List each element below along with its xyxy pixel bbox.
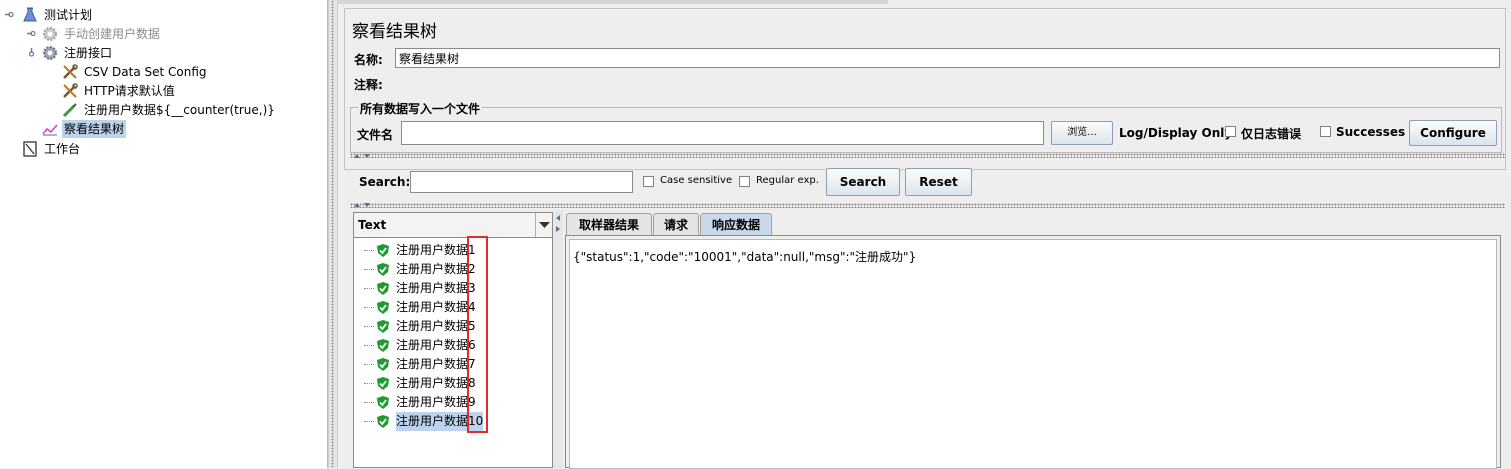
- errors-only-label: 仅日志错误: [1241, 127, 1302, 141]
- flask-icon: [23, 7, 37, 22]
- tree-node-view-results-tree[interactable]: 察看结果树: [0, 120, 320, 138]
- result-row-label: 注册用户数据2: [396, 262, 476, 276]
- expand-toggle-icon[interactable]: [27, 29, 36, 38]
- successes-checkbox[interactable]: [1320, 126, 1331, 140]
- results-list: 注册用户数据1 注册用户数据2 注册用户数据3 注册用户数据4 注册用户数据5 注册用户数…: [353, 237, 553, 468]
- reset-button[interactable]: Reset: [905, 168, 972, 196]
- tree-node-manual-create-users[interactable]: 手动创建用户数据: [0, 25, 320, 43]
- panel-title: 察看结果树: [352, 22, 437, 42]
- toolbar-strip: [338, 0, 888, 4]
- filename-field[interactable]: [401, 121, 1044, 145]
- tree-connector: [364, 383, 374, 384]
- success-shield-icon: [377, 263, 389, 276]
- pipette-icon: [62, 103, 77, 118]
- tree-connector: [364, 250, 374, 251]
- search-label: Search:: [359, 175, 411, 189]
- result-row-label: 注册用户数据1: [396, 243, 476, 257]
- success-shield-icon: [377, 282, 389, 295]
- tree-node-register-sampler[interactable]: 注册用户数据${__counter(true,)}: [0, 101, 320, 119]
- divider-bar[interactable]: [350, 153, 1505, 158]
- tree-node-label: CSV Data Set Config: [84, 65, 207, 79]
- tree-connector: [364, 269, 374, 270]
- tree-node-label: 注册用户数据${__counter(true,)}: [84, 103, 275, 117]
- success-shield-icon: [377, 244, 389, 257]
- tree-connector: [364, 421, 374, 422]
- success-shield-icon: [377, 339, 389, 352]
- gear-icon: [43, 46, 57, 60]
- renderer-select[interactable]: Text: [353, 212, 553, 238]
- response-panel: {"status":1,"code":"10001","data":null,"…: [565, 235, 1501, 469]
- wrench-icon: [63, 83, 78, 98]
- success-shield-icon: [377, 415, 389, 428]
- collapse-arrows-icon[interactable]: [352, 201, 376, 209]
- search-button[interactable]: Search: [826, 168, 900, 196]
- success-shield-icon: [377, 396, 389, 409]
- errors-only-checkbox[interactable]: [1225, 126, 1236, 140]
- tree-connector: [364, 307, 374, 308]
- tree-connector: [364, 288, 374, 289]
- comment-field[interactable]: [392, 73, 1500, 93]
- tree-node-label: HTTP请求默认值: [84, 84, 175, 98]
- tree-connector: [364, 345, 374, 346]
- collapse-arrows-icon[interactable]: [352, 152, 376, 160]
- case-sensitive-label: Case sensitive: [660, 175, 733, 186]
- browse-button[interactable]: 浏览...: [1051, 121, 1113, 145]
- tree-node-test-plan[interactable]: 测试计划: [0, 6, 320, 24]
- renderer-select-value: Text: [358, 218, 387, 232]
- name-label: 名称:: [354, 53, 383, 67]
- result-row-label: 注册用户数据8: [396, 376, 476, 390]
- results-splitter[interactable]: [553, 210, 563, 468]
- result-row-label: 注册用户数据3: [396, 281, 476, 295]
- response-body: {"status":1,"code":"10001","data":null,"…: [573, 250, 917, 264]
- configure-button[interactable]: Configure: [1409, 120, 1497, 146]
- tree-node-label: 工作台: [44, 142, 81, 156]
- comment-label: 注释:: [354, 78, 383, 92]
- expand-toggle-icon[interactable]: [5, 10, 14, 19]
- filename-label: 文件名: [357, 128, 394, 142]
- tree-connector: [364, 402, 374, 403]
- tree-node-http-defaults[interactable]: HTTP请求默认值: [0, 82, 320, 100]
- tree-node-label: 测试计划: [44, 8, 93, 22]
- tree-node-label: 察看结果树: [62, 120, 127, 138]
- successes-label: Successes: [1336, 125, 1406, 139]
- tree-node-label: 手动创建用户数据: [64, 27, 161, 41]
- tree-node-csv-data-set[interactable]: CSV Data Set Config: [0, 63, 320, 81]
- tree-connector: [364, 364, 374, 365]
- tab-sampler-result[interactable]: 取样器结果: [566, 213, 652, 235]
- chevron-down-icon: [535, 213, 553, 237]
- tree-connector: [364, 326, 374, 327]
- success-shield-icon: [377, 301, 389, 314]
- case-sensitive-checkbox[interactable]: [643, 176, 654, 190]
- regex-checkbox[interactable]: [739, 176, 750, 190]
- tree-node-register-api[interactable]: 注册接口: [0, 44, 320, 62]
- clipboard-icon: [23, 141, 37, 157]
- success-shield-icon: [377, 358, 389, 371]
- tree-node-workbench[interactable]: 工作台: [0, 140, 320, 158]
- collapse-toggle-icon[interactable]: [27, 48, 36, 57]
- tab-request[interactable]: 请求: [653, 213, 699, 235]
- response-text-area[interactable]: {"status":1,"code":"10001","data":null,"…: [569, 239, 1497, 469]
- result-row-label: 注册用户数据7: [396, 357, 476, 371]
- result-row-label: 注册用户数据9: [396, 395, 476, 409]
- panel-splitter[interactable]: [328, 0, 338, 468]
- wrench-icon: [63, 64, 78, 79]
- gear-icon: [43, 27, 57, 41]
- graph-icon: [42, 124, 58, 136]
- result-row-label: 注册用户数据6: [396, 338, 476, 352]
- divider-bar[interactable]: [350, 203, 1505, 208]
- test-plan-tree: 测试计划 手动创建用户数据 注册接口 CSV Data Set Config H…: [0, 0, 328, 468]
- search-input[interactable]: [410, 171, 633, 193]
- name-field[interactable]: 察看结果树: [395, 48, 1500, 68]
- highlight-box: [467, 236, 488, 433]
- regex-label: Regular exp.: [756, 175, 819, 186]
- result-row-label: 注册用户数据4: [396, 300, 476, 314]
- success-shield-icon: [377, 320, 389, 333]
- result-row-label: 注册用户数据5: [396, 319, 476, 333]
- tab-response-data[interactable]: 响应数据: [700, 213, 772, 235]
- file-section-title: 所有数据写入一个文件: [358, 100, 483, 117]
- tree-node-label: 注册接口: [64, 46, 113, 60]
- success-shield-icon: [377, 377, 389, 390]
- log-display-label: Log/Display Only:: [1119, 126, 1237, 140]
